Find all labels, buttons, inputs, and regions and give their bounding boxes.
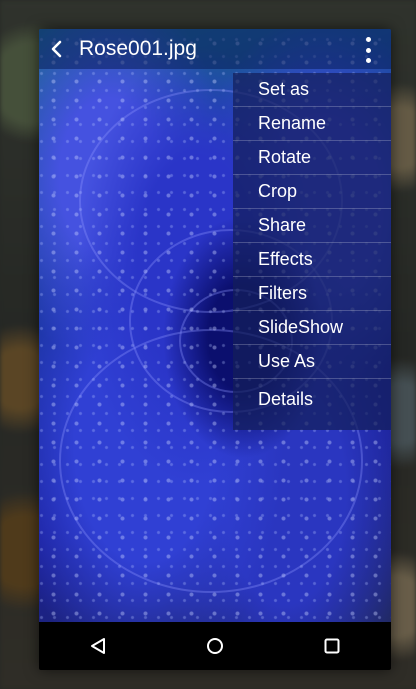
menu-item-rotate[interactable]: Rotate (233, 141, 391, 175)
chevron-left-icon (51, 40, 62, 58)
nav-home-button[interactable] (185, 622, 245, 670)
back-button[interactable] (39, 29, 75, 69)
menu-item-use-as[interactable]: Use As (233, 345, 391, 379)
menu-item-details[interactable]: Details (233, 379, 391, 419)
nav-back-icon (90, 638, 105, 654)
overflow-menu-button[interactable] (359, 37, 377, 63)
more-vertical-icon (365, 47, 371, 53)
system-navigation-bar (39, 622, 391, 670)
menu-item-set-as[interactable]: Set as (233, 73, 391, 107)
nav-back-button[interactable] (68, 622, 128, 670)
menu-item-slideshow[interactable]: SlideShow (233, 311, 391, 345)
menu-item-crop[interactable]: Crop (233, 175, 391, 209)
phone-screen: Rose001.jpg Set as Rename Rotate Crop Sh… (39, 29, 391, 670)
menu-item-filters[interactable]: Filters (233, 277, 391, 311)
menu-item-share[interactable]: Share (233, 209, 391, 243)
page-title: Rose001.jpg (79, 37, 197, 60)
menu-item-effects[interactable]: Effects (233, 243, 391, 277)
more-vertical-icon (365, 58, 371, 63)
more-vertical-icon (365, 37, 371, 42)
nav-home-icon (206, 638, 223, 654)
overflow-menu: Set as Rename Rotate Crop Share Effects … (233, 73, 391, 430)
menu-item-rename[interactable]: Rename (233, 107, 391, 141)
app-bar: Rose001.jpg (39, 29, 391, 69)
nav-recents-button[interactable] (302, 622, 362, 670)
nav-recents-icon (324, 638, 340, 654)
